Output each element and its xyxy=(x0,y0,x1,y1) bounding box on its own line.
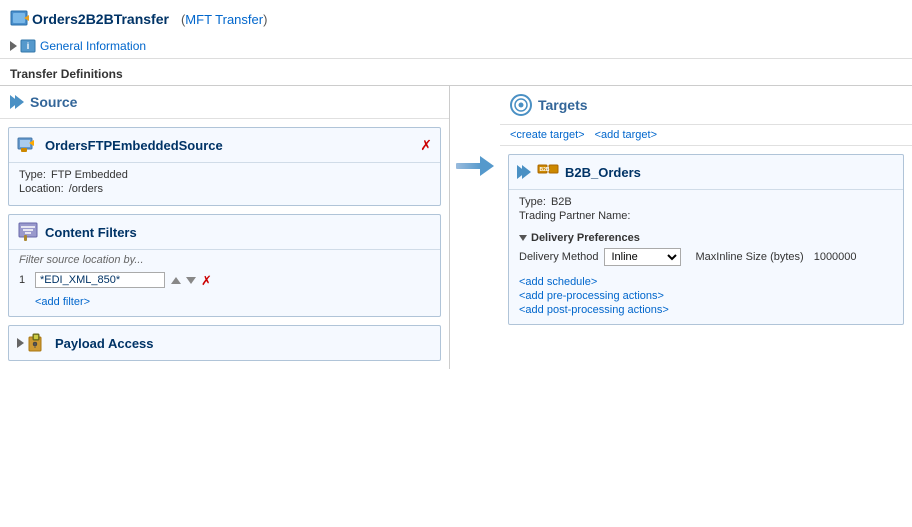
general-info-label[interactable]: General Information xyxy=(40,39,146,53)
filter-down-button[interactable] xyxy=(186,277,196,284)
payload-access-section: Payload Access xyxy=(8,325,441,361)
create-target-link[interactable]: <create target> xyxy=(510,129,585,141)
transfer-defs-label: Transfer Definitions xyxy=(0,59,912,86)
filters-title: Content Filters xyxy=(45,225,137,240)
page-title: Orders2B2BTransfer xyxy=(32,11,169,27)
svg-text:i: i xyxy=(27,41,30,51)
target-card: B2B B2B_Orders Type: B2B Trading Partner… xyxy=(508,154,904,325)
targets-title: Targets xyxy=(538,97,588,113)
targets-icon xyxy=(510,94,532,116)
content-filters-card: Content Filters Filter source location b… xyxy=(8,214,441,317)
mft-icon xyxy=(10,8,32,30)
general-info-icon: i xyxy=(20,38,36,54)
main-area: Source OrdersFTPEmbeddedSource ✗ xyxy=(0,86,912,369)
right-panel: Targets <create target> <add target> B xyxy=(500,86,912,369)
payload-title: Payload Access xyxy=(55,336,154,351)
payload-header: Payload Access xyxy=(9,326,440,360)
source-section-header: Source xyxy=(0,86,449,119)
filter-up-button[interactable] xyxy=(171,277,181,284)
target-partner-row: Trading Partner Name: xyxy=(519,210,893,222)
svg-text:B2B: B2B xyxy=(540,167,550,173)
targets-section-header: Targets xyxy=(500,86,912,125)
targets-actions: <create target> <add target> xyxy=(500,125,912,146)
source-card-name: OrdersFTPEmbeddedSource xyxy=(45,138,223,153)
delivery-method-label: Delivery Method xyxy=(519,251,598,263)
filter-controls: ✗ xyxy=(171,274,212,287)
page-header: Orders2B2BTransfer (MFT Transfer) xyxy=(0,0,912,34)
filter-value-input[interactable] xyxy=(35,272,165,288)
maxinline-value: 1000000 xyxy=(814,251,857,263)
delivery-collapse-icon[interactable] xyxy=(519,235,527,241)
filters-card-header: Content Filters xyxy=(9,215,440,250)
source-card-header: OrdersFTPEmbeddedSource ✗ xyxy=(9,128,440,163)
filter-number: 1 xyxy=(19,274,35,286)
filter-delete-button[interactable]: ✗ xyxy=(201,274,212,287)
delivery-preferences: Delivery Preferences Delivery Method Inl… xyxy=(509,228,903,274)
expand-icon[interactable] xyxy=(10,41,17,51)
source-icon xyxy=(10,95,24,109)
payload-expand-icon[interactable] xyxy=(17,338,24,348)
target-type-row: Type: B2B xyxy=(519,196,893,208)
filter-icon xyxy=(17,221,39,243)
add-schedule-link[interactable]: <add schedule> xyxy=(519,276,893,288)
source-to-target-arrow xyxy=(450,86,500,369)
source-card-title-group: OrdersFTPEmbeddedSource xyxy=(17,134,223,156)
remove-source-button[interactable]: ✗ xyxy=(420,138,432,152)
target-card-body: Type: B2B Trading Partner Name: xyxy=(509,190,903,228)
add-preprocessing-link[interactable]: <add pre-processing actions> xyxy=(519,290,893,302)
add-filter-link[interactable]: <add filter> xyxy=(35,296,90,308)
target-card-name: B2B_Orders xyxy=(565,165,641,180)
source-title: Source xyxy=(30,94,77,110)
source-card: OrdersFTPEmbeddedSource ✗ Type: FTP Embe… xyxy=(8,127,441,206)
source-type-row: Type: FTP Embedded xyxy=(19,169,430,181)
source-location-row: Location: /orders xyxy=(19,183,430,195)
header-subtitle: (MFT Transfer) xyxy=(181,12,267,27)
left-panel: Source OrdersFTPEmbeddedSource ✗ xyxy=(0,86,450,369)
add-postprocessing-link[interactable]: <add post-processing actions> xyxy=(519,304,893,316)
delivery-prefs-title: Delivery Preferences xyxy=(519,232,893,244)
general-info-row: i General Information xyxy=(0,34,912,59)
target-links: <add schedule> <add pre-processing actio… xyxy=(509,274,903,324)
ftp-embedded-icon xyxy=(17,134,39,156)
filters-description: Filter source location by... xyxy=(19,254,430,266)
target-card-icon xyxy=(517,165,531,179)
delivery-method-row: Delivery Method Inline Batch Streaming M… xyxy=(519,248,893,266)
maxinline-label: MaxInline Size (bytes) xyxy=(695,251,803,263)
source-card-body: Type: FTP Embedded Location: /orders xyxy=(9,163,440,205)
delivery-method-select[interactable]: Inline Batch Streaming xyxy=(604,248,681,266)
add-target-link[interactable]: <add target> xyxy=(595,129,657,141)
payload-icon xyxy=(27,332,49,354)
target-card-header: B2B B2B_Orders xyxy=(509,155,903,190)
b2b-icon: B2B xyxy=(537,161,559,183)
filter-row-1: 1 ✗ xyxy=(19,272,430,288)
filters-body: Filter source location by... 1 ✗ <add fi… xyxy=(9,250,440,316)
